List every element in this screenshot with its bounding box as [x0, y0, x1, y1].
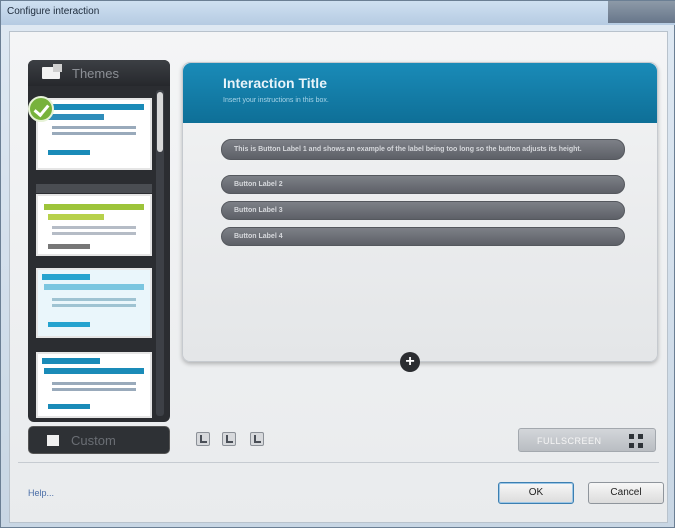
themes-scrollbar-thumb[interactable]: [157, 92, 163, 152]
interaction-preview: Interaction Title Insert your instructio…: [182, 62, 658, 362]
interaction-button-1[interactable]: This is Button Label 1 and shows an exam…: [221, 139, 625, 160]
interaction-title[interactable]: Interaction Title: [223, 75, 327, 91]
fullscreen-label: FULLSCREEN: [537, 436, 602, 446]
theme-thumbnail-list: [36, 90, 154, 418]
title-bar[interactable]: Configure interaction: [1, 1, 675, 25]
themes-scrollbar[interactable]: [156, 90, 164, 416]
help-link[interactable]: Help...: [28, 488, 54, 498]
custom-button[interactable]: Custom: [28, 426, 170, 454]
media-icon[interactable]: [250, 432, 264, 446]
custom-icon: [47, 435, 59, 446]
add-button[interactable]: +: [400, 352, 420, 372]
window-controls[interactable]: [608, 1, 675, 23]
themes-label: Themes: [72, 66, 119, 81]
fullscreen-icon: [629, 434, 643, 448]
theme-thumbnail-2[interactable]: [36, 194, 152, 256]
interaction-instructions[interactable]: Insert your instructions in this box.: [223, 97, 329, 104]
theme-thumbnail-4[interactable]: [36, 352, 152, 418]
window-title: Configure interaction: [7, 6, 100, 17]
footer-divider: [18, 462, 659, 463]
theme-caption-2: [36, 184, 152, 193]
configure-interaction-window: Configure interaction Themes Custom Inte…: [0, 0, 675, 528]
selected-check-icon: [28, 96, 54, 122]
format-icon[interactable]: [222, 432, 236, 446]
fullscreen-button[interactable]: FULLSCREEN: [518, 428, 656, 452]
interaction-button-3[interactable]: Button Label 3: [221, 201, 625, 220]
preview-header: Interaction Title Insert your instructio…: [183, 63, 657, 123]
cancel-button[interactable]: Cancel: [588, 482, 664, 504]
ok-button[interactable]: OK: [498, 482, 574, 504]
interaction-button-4[interactable]: Button Label 4: [221, 227, 625, 246]
interaction-button-2[interactable]: Button Label 2: [221, 175, 625, 194]
dialog-body: Themes Custom Interaction Title Insert y…: [9, 31, 668, 523]
theme-thumbnail-3[interactable]: [36, 268, 152, 338]
edit-icon[interactable]: [196, 432, 210, 446]
themes-header[interactable]: Themes: [28, 60, 170, 86]
themes-icon: [42, 64, 62, 79]
custom-label: Custom: [71, 433, 116, 448]
